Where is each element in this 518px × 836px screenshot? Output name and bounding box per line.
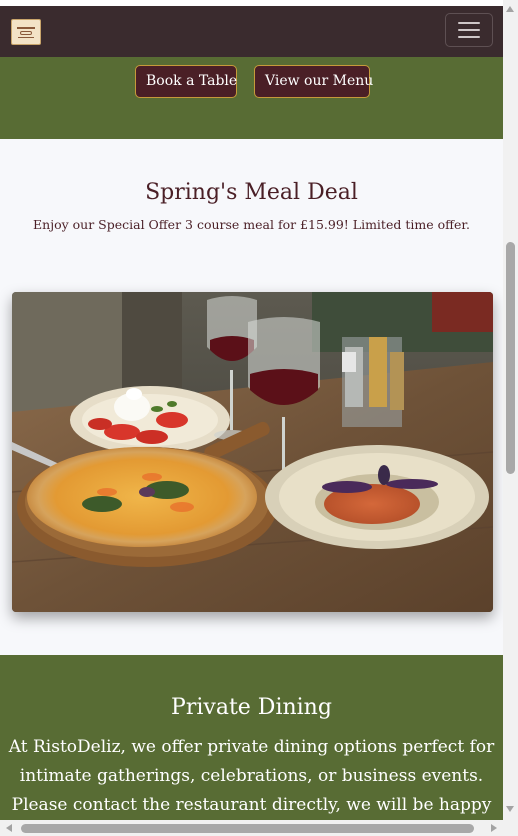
scroll-left-arrow-icon[interactable] — [6, 824, 12, 832]
horizontal-scroll-thumb[interactable] — [21, 824, 474, 833]
meal-deal-subtitle: Enjoy our Special Offer 3 course meal fo… — [33, 217, 470, 232]
hero-banner: Book a Table View our Menu — [0, 57, 503, 139]
hamburger-menu-icon[interactable] — [445, 13, 493, 47]
book-table-button[interactable]: Book a Table — [135, 65, 237, 98]
scroll-up-arrow-icon[interactable] — [506, 6, 514, 12]
meal-deal-section: Spring's Meal Deal Enjoy our Special Off… — [0, 139, 503, 655]
page-viewport: Book a Table View our Menu Spring's Meal… — [0, 0, 503, 820]
private-dining-title: Private Dining — [171, 695, 332, 720]
vertical-scrollbar[interactable] — [503, 0, 518, 820]
horizontal-scrollbar[interactable] — [0, 820, 518, 836]
scroll-down-arrow-icon[interactable] — [506, 806, 514, 812]
private-dining-section: Private Dining At RistoDeliz, we offer p… — [0, 655, 503, 820]
vertical-scroll-thumb[interactable] — [506, 242, 515, 474]
brand-logo[interactable] — [11, 19, 41, 45]
scroll-right-arrow-icon[interactable] — [491, 824, 497, 832]
navbar — [0, 0, 503, 57]
meal-deal-title: Spring's Meal Deal — [145, 180, 358, 205]
private-dining-text: At RistoDeliz, we offer private dining o… — [8, 737, 495, 815]
italian-meal-photo — [12, 292, 493, 612]
view-menu-button[interactable]: View our Menu — [254, 65, 373, 98]
